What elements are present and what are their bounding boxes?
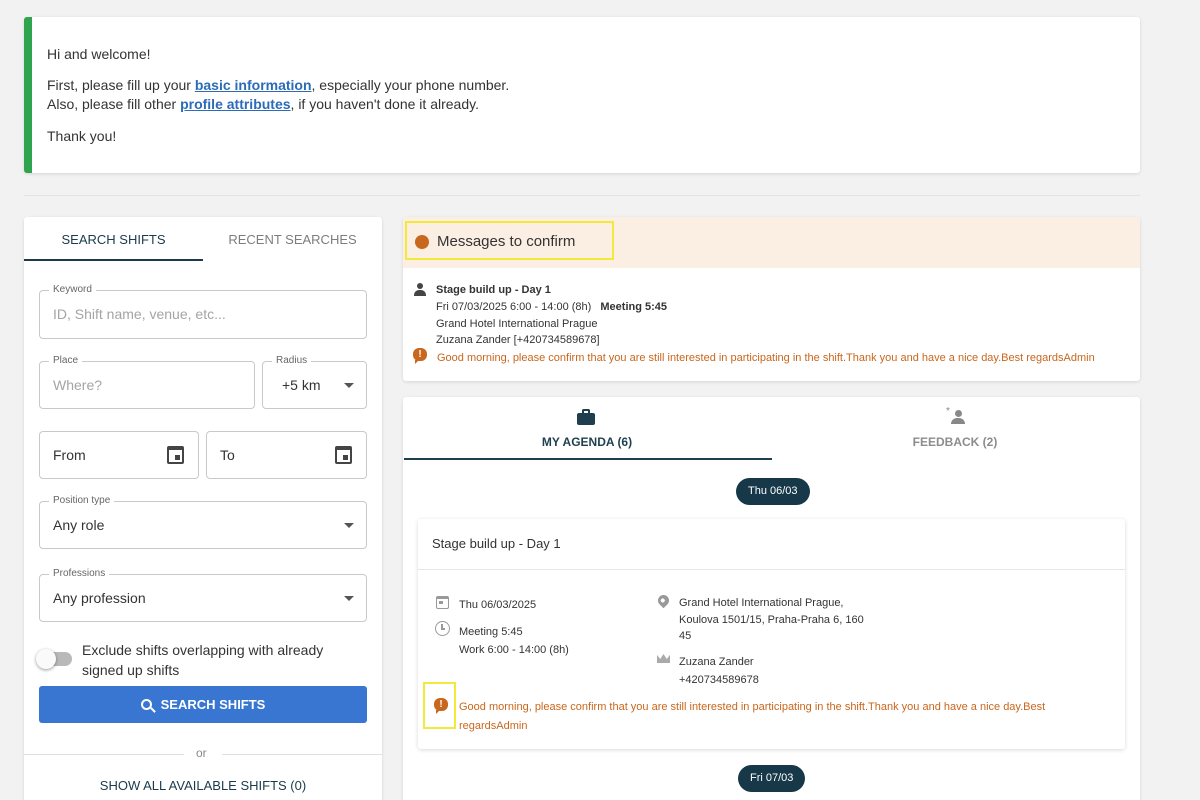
- tab-search-shifts[interactable]: SEARCH SHIFTS: [24, 217, 203, 262]
- messages-panel: Messages to confirm Stage build up - Day…: [403, 217, 1140, 381]
- from-date-input[interactable]: From: [53, 432, 86, 478]
- tab-my-agenda[interactable]: MY AGENDA (6): [403, 435, 771, 449]
- show-all-shifts-button[interactable]: SHOW ALL AVAILABLE SHIFTS (0): [24, 778, 382, 793]
- keyword-input[interactable]: ID, Shift name, venue, etc...: [53, 291, 226, 337]
- calendar-icon[interactable]: [335, 446, 352, 464]
- welcome-greeting: Hi and welcome!: [47, 46, 151, 62]
- message-text: Good morning, please confirm that you ar…: [437, 352, 1095, 364]
- clock-icon: [435, 621, 450, 636]
- welcome-line-2: Also, please fill other profile attribut…: [47, 95, 1140, 114]
- welcome-line-2-prefix: Also, please fill other: [47, 96, 181, 112]
- or-divider-left: [24, 754, 184, 755]
- basic-information-link[interactable]: basic information: [195, 77, 312, 93]
- profile-attributes-link[interactable]: profile attributes: [180, 96, 290, 112]
- calendar-icon: [436, 596, 449, 609]
- search-icon: [140, 699, 152, 710]
- shift-card[interactable]: Stage build up - Day 1 Thu 06/03/2025 Me…: [418, 519, 1125, 749]
- welcome-line-2-suffix: , if you haven't done it already.: [290, 96, 479, 112]
- message-shift-name[interactable]: Stage build up - Day 1: [436, 282, 551, 298]
- welcome-line-1: First, please fill up your basic informa…: [47, 76, 1140, 95]
- chevron-down-icon: [344, 383, 354, 388]
- calendar-icon[interactable]: [167, 446, 184, 464]
- chevron-down-icon: [344, 523, 354, 528]
- status-dot-icon: [415, 235, 429, 249]
- date-pill-fri: Fri 07/03: [738, 765, 806, 792]
- from-date-field[interactable]: From: [39, 431, 199, 479]
- position-type-value: Any role: [53, 517, 105, 533]
- message-datetime-line: Fri 07/03/2025 6:00 - 14:00 (8h) Meeting…: [436, 299, 667, 315]
- message-warning-icon: !: [413, 348, 427, 364]
- tab-feedback[interactable]: FEEDBACK (2): [771, 435, 1139, 449]
- welcome-thanks: Thank you!: [47, 128, 117, 144]
- professions-select[interactable]: Professions Any profession: [39, 568, 367, 622]
- shift-message-line-2: regardsAdmin: [459, 720, 528, 732]
- messages-title: Messages to confirm: [437, 233, 576, 250]
- search-shifts-button-label: SEARCH SHIFTS: [160, 697, 266, 712]
- exclude-overlapping-toggle[interactable]: [36, 649, 72, 669]
- location-pin-icon: [655, 592, 672, 609]
- chevron-down-icon: [344, 596, 354, 601]
- message-contact: Zuzana Zander [+420734589678]: [436, 334, 600, 346]
- toggle-knob: [36, 649, 56, 669]
- exclude-overlapping-label: Exclude shifts overlapping with already …: [82, 642, 324, 678]
- person-icon: [413, 283, 427, 297]
- keyword-field[interactable]: Keyword ID, Shift name, venue, etc...: [39, 284, 367, 339]
- place-input[interactable]: Where?: [53, 362, 102, 408]
- crown-icon: [657, 654, 670, 663]
- shift-address-line-3: 45: [679, 630, 692, 642]
- or-divider-right: [222, 754, 382, 755]
- briefcase-icon: [577, 409, 595, 425]
- shift-contact-name: Zuzana Zander: [679, 656, 754, 668]
- message-venue: Grand Hotel International Prague: [436, 318, 598, 330]
- radius-select[interactable]: Radius +5 km: [262, 355, 367, 409]
- message-datetime: Fri 07/03/2025 6:00 - 14:00 (8h): [436, 301, 592, 313]
- section-divider: [24, 195, 1140, 196]
- search-shifts-button[interactable]: SEARCH SHIFTS: [39, 686, 367, 723]
- to-date-input[interactable]: To: [220, 432, 235, 478]
- search-tabs: SEARCH SHIFTS RECENT SEARCHES: [24, 217, 382, 262]
- person-star-icon: *: [946, 406, 968, 425]
- shift-contact-phone: +420734589678: [679, 674, 759, 686]
- active-tab-indicator: [24, 259, 203, 261]
- agenda-active-tab-indicator: [404, 458, 772, 460]
- position-type-select[interactable]: Position type Any role: [39, 495, 367, 549]
- professions-value: Any profession: [53, 590, 146, 606]
- message-meeting: Meeting 5:45: [600, 301, 668, 313]
- date-pill-thu: Thu 06/03: [736, 478, 810, 505]
- welcome-line-1-suffix: , especially your phone number.: [311, 77, 510, 93]
- shift-card-title[interactable]: Stage build up - Day 1: [432, 536, 561, 551]
- shift-address-line-1: Grand Hotel International Prague,: [679, 597, 844, 609]
- shift-card-divider: [418, 569, 1125, 570]
- or-text: or: [196, 746, 207, 760]
- tab-recent-searches[interactable]: RECENT SEARCHES: [203, 217, 382, 262]
- radius-value: +5 km: [282, 377, 321, 393]
- place-field[interactable]: Place Where?: [39, 355, 255, 409]
- shift-message-line-1: Good morning, please confirm that you ar…: [459, 701, 1046, 713]
- welcome-banner: Hi and welcome! First, please fill up yo…: [24, 17, 1140, 173]
- shift-meeting: Meeting 5:45: [459, 626, 523, 638]
- shift-address-line-2: Koulova 1501/15, Praha-Praha 6, 160: [679, 614, 864, 626]
- to-date-field[interactable]: To: [206, 431, 367, 479]
- shift-date: Thu 06/03/2025: [459, 599, 537, 611]
- messages-header: Messages to confirm: [403, 217, 1140, 268]
- shift-warning-icon: !: [434, 698, 448, 714]
- shift-work-time: Work 6:00 - 14:00 (8h): [459, 644, 569, 656]
- messages-title-highlight: Messages to confirm: [405, 221, 614, 260]
- agenda-panel: * MY AGENDA (6) FEEDBACK (2) Thu 06/03 S…: [403, 397, 1140, 800]
- welcome-line-1-prefix: First, please fill up your: [47, 77, 195, 93]
